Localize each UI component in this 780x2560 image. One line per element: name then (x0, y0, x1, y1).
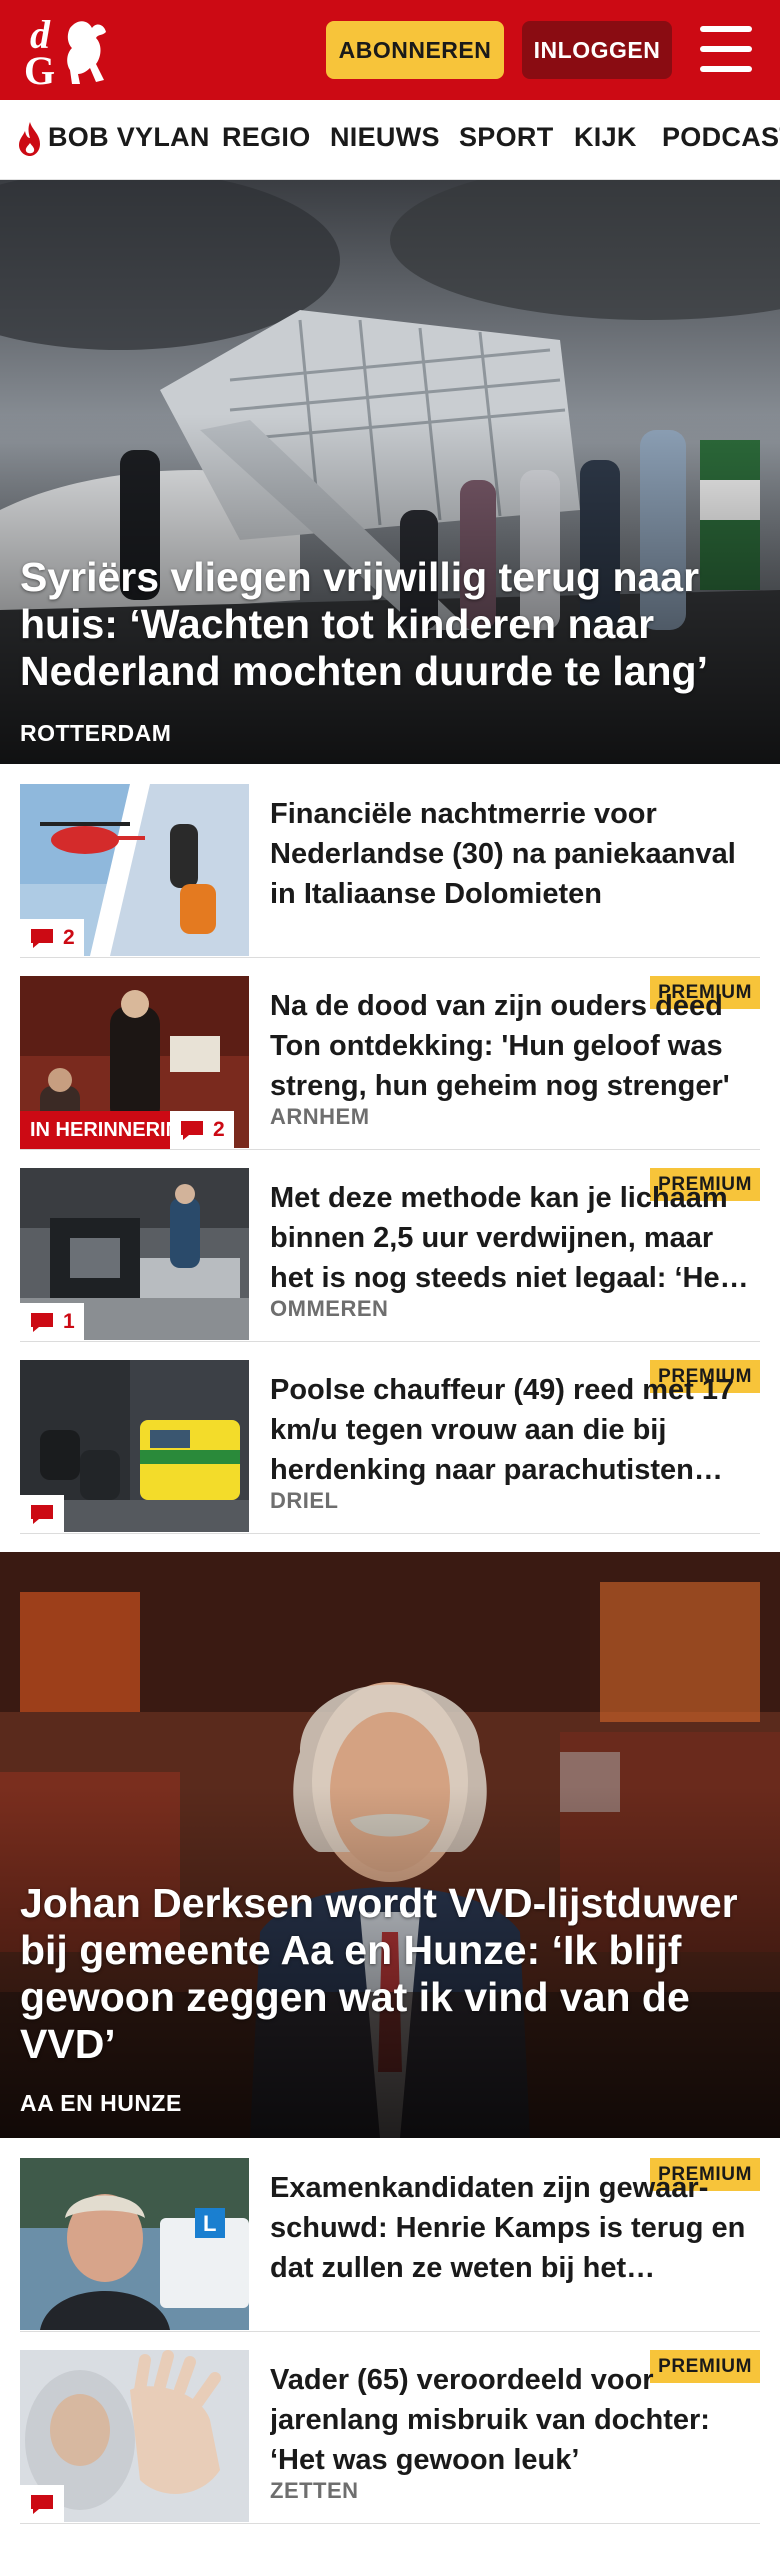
nav-item-nieuws[interactable]: NIEUWS (330, 122, 440, 153)
article-location-tag: ZETTEN (270, 2478, 359, 2503)
list-item[interactable]: PREMIUM 1 Met deze methode kan je lichaa… (20, 1168, 760, 1342)
comment-count-badge[interactable] (20, 1495, 64, 1533)
hero-article[interactable]: Johan Derksen wordt VVD-lijstduwer bij g… (0, 1552, 780, 2138)
svg-text:L: L (203, 2211, 216, 2236)
comment-icon (31, 1313, 53, 1332)
nav-item-trending[interactable]: BOB VYLAN (48, 122, 210, 153)
comment-icon (181, 1121, 203, 1140)
article-location-tag: ARNHEM (270, 1104, 370, 1129)
nav-item-regio[interactable]: REGIO (222, 122, 311, 153)
article-location-tag: DRIEL (270, 1488, 339, 1513)
nav-item-podcast[interactable]: PODCAST (662, 122, 780, 153)
comment-count-badge[interactable]: 1 (20, 1303, 84, 1341)
nav-item-kijk[interactable]: KIJK (574, 122, 637, 153)
comment-count-badge[interactable]: 2 (170, 1111, 234, 1149)
list-item[interactable]: PREMIUM Poolse chauffeur (49) reed met 1… (20, 1360, 760, 1534)
comment-icon (31, 1505, 53, 1524)
hero-location-tag: AA EN HUNZE (20, 2090, 182, 2116)
comment-count: 2 (213, 1118, 225, 1141)
article-headline[interactable]: Financiële nachtmerrie voor Nederlandse … (270, 794, 750, 914)
article-headline[interactable]: Examenkandidaten zijn gewaar­schuwd: Hen… (270, 2168, 750, 2288)
article-thumbnail: L (20, 2158, 249, 2330)
hero-headline[interactable]: Syriërs vliegen vrijwillig terug naar hu… (20, 554, 750, 695)
hero-article[interactable]: Syriërs vliegen vrijwillig terug naar hu… (0, 180, 780, 764)
list-item[interactable]: PREMIUM Vader (65) veroordeeld voor jare… (20, 2350, 760, 2524)
logo[interactable]: d G (22, 10, 118, 93)
comment-count-badge[interactable] (20, 2485, 64, 2523)
top-header: d G ABONNEREN INLOGGEN (0, 0, 780, 100)
list-item[interactable]: PREMIUM IN HERINNERING 2 Na de dood van … (20, 976, 760, 1150)
subscribe-button[interactable]: ABONNEREN (326, 21, 504, 79)
article-headline[interactable]: Met deze methode kan je lichaam binnen 2… (270, 1178, 750, 1298)
comment-count: 2 (63, 926, 75, 949)
comment-icon (31, 2495, 53, 2514)
hero-headline[interactable]: Johan Derksen wordt VVD-lijstduwer bij g… (20, 1880, 750, 2068)
in-memoriam-label: IN HERINNERING (20, 1111, 170, 1149)
comment-icon (31, 929, 53, 948)
nav-item-sport[interactable]: SPORT (459, 122, 554, 153)
hero-location-tag: ROTTERDAM (20, 720, 172, 746)
flame-icon (19, 122, 40, 156)
section-nav: BOB VYLAN REGIO NIEUWS SPORT KIJK PODCAS… (0, 100, 780, 180)
svg-text:G: G (24, 48, 55, 90)
article-headline[interactable]: Vader (65) veroordeeld voor jarenlang mi… (270, 2360, 750, 2480)
hamburger-menu-icon[interactable] (700, 26, 752, 72)
article-headline[interactable]: Poolse chauffeur (49) reed met 17 km/u t… (270, 1370, 750, 1490)
login-button[interactable]: INLOGGEN (522, 21, 672, 79)
article-location-tag: OMMEREN (270, 1296, 389, 1321)
comment-count: 1 (63, 1310, 75, 1333)
comment-count-badge[interactable]: 2 (20, 919, 84, 957)
list-item[interactable]: 2 Financiële nachtmerrie voor Nederlands… (20, 784, 760, 958)
list-item[interactable]: L PREMIUM Examenkandidaten zijn gewaar­s… (20, 2158, 760, 2332)
article-headline[interactable]: Na de dood van zijn ouders deed Ton ontd… (270, 986, 750, 1106)
